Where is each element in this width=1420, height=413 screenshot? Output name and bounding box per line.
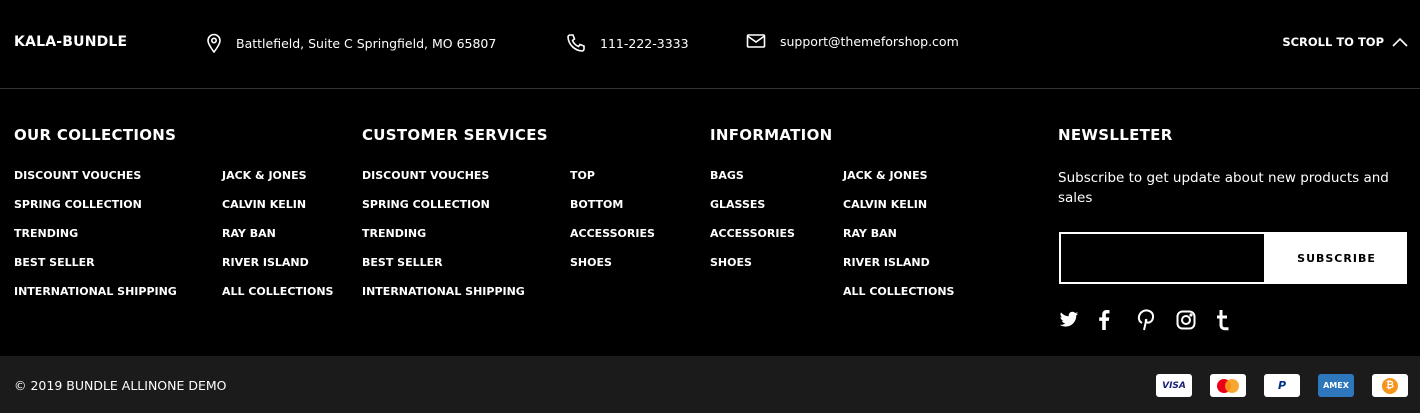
visa-icon: VISA (1156, 374, 1192, 397)
footer-link[interactable]: ALL COLLECTIONS (843, 285, 954, 314)
footer-link[interactable]: DISCOUNT VOUCHES (362, 169, 525, 198)
services-links-right: TOP BOTTOM ACCESSORIES SHOES (570, 169, 655, 285)
bottom-bar: © 2019 BUNDLE ALLINONE DEMO VISA P AMEX … (0, 356, 1420, 413)
scroll-to-top-label: SCROLL TO TOP (1282, 35, 1384, 49)
mail-icon (746, 34, 766, 48)
facebook-icon[interactable] (1098, 308, 1137, 332)
footer-link[interactable]: SHOES (570, 256, 655, 285)
location-pin-icon (207, 33, 221, 53)
brand-logo[interactable]: KALA-BUNDLE (14, 34, 127, 50)
newsletter-title: NEWSLLETER (1058, 126, 1173, 144)
twitter-icon[interactable] (1059, 308, 1098, 332)
footer-link[interactable]: ALL COLLECTIONS (222, 285, 333, 314)
footer-link[interactable]: RAY BAN (843, 227, 954, 256)
footer-link[interactable]: BOTTOM (570, 198, 655, 227)
bitcoin-symbol: ₿ (1382, 377, 1398, 394)
footer-link[interactable]: GLASSES (710, 198, 795, 227)
footer-link[interactable]: BEST SELLER (362, 256, 525, 285)
footer-link[interactable]: SPRING COLLECTION (362, 198, 525, 227)
footer-link[interactable]: SHOES (710, 256, 795, 285)
footer-link[interactable]: INTERNATIONAL SHIPPING (362, 285, 525, 314)
information-links-left: BAGS GLASSES ACCESSORIES SHOES (710, 169, 795, 285)
address-text: Battlefield, Suite C Springfield, MO 658… (236, 35, 497, 51)
footer-link[interactable]: DISCOUNT VOUCHES (14, 169, 177, 198)
footer-link[interactable]: RIVER ISLAND (222, 256, 333, 285)
footer-link[interactable]: JACK & JONES (843, 169, 954, 198)
footer-link[interactable]: ACCESSORIES (710, 227, 795, 256)
email-text[interactable]: support@themeforshop.com (780, 34, 959, 49)
social-links (1059, 308, 1254, 332)
chevron-up-icon (1392, 37, 1408, 47)
information-title: INFORMATION (710, 126, 833, 144)
footer-link[interactable]: TRENDING (362, 227, 525, 256)
services-title: CUSTOMER SERVICES (362, 126, 548, 144)
information-links-right: JACK & JONES CALVIN KELIN RAY BAN RIVER … (843, 169, 954, 314)
subscribe-button[interactable]: SUBSCRIBE (1266, 232, 1407, 284)
newsletter-email-input[interactable] (1059, 232, 1266, 284)
footer-link[interactable]: RIVER ISLAND (843, 256, 954, 285)
footer-link[interactable]: JACK & JONES (222, 169, 333, 198)
tumblr-icon[interactable] (1215, 308, 1254, 332)
collections-title: OUR COLLECTIONS (14, 126, 177, 144)
payment-methods: VISA P AMEX ₿ (1138, 374, 1408, 397)
phone-icon (567, 34, 585, 52)
top-contact-bar: KALA-BUNDLE Battlefield, Suite C Springf… (0, 0, 1420, 89)
footer-link[interactable]: BEST SELLER (14, 256, 177, 285)
footer-link[interactable]: TRENDING (14, 227, 177, 256)
collections-links-left: DISCOUNT VOUCHES SPRING COLLECTION TREND… (14, 169, 177, 314)
footer-link[interactable]: SPRING COLLECTION (14, 198, 177, 227)
footer-link[interactable]: RAY BAN (222, 227, 333, 256)
instagram-icon[interactable] (1176, 308, 1215, 332)
mastercard-icon (1210, 374, 1246, 397)
pinterest-icon[interactable] (1137, 308, 1176, 332)
services-links-left: DISCOUNT VOUCHES SPRING COLLECTION TREND… (362, 169, 525, 314)
phone-info: 111-222-3333 (566, 33, 689, 53)
newsletter-form: SUBSCRIBE (1059, 232, 1407, 284)
footer-link[interactable]: BAGS (710, 169, 795, 198)
footer-link[interactable]: INTERNATIONAL SHIPPING (14, 285, 177, 314)
newsletter-description: Subscribe to get update about new produc… (1058, 170, 1389, 206)
address-info: Battlefield, Suite C Springfield, MO 658… (206, 33, 496, 53)
phone-text[interactable]: 111-222-3333 (600, 36, 689, 51)
amex-icon: AMEX (1318, 374, 1354, 397)
footer-link[interactable]: CALVIN KELIN (222, 198, 333, 227)
email-info: support@themeforshop.com (746, 33, 959, 49)
footer-link[interactable]: CALVIN KELIN (843, 198, 954, 227)
scroll-to-top-button[interactable]: SCROLL TO TOP (1282, 35, 1408, 49)
footer-link[interactable]: TOP (570, 169, 655, 198)
paypal-icon: P (1264, 374, 1300, 397)
copyright-text: © 2019 BUNDLE ALLINONE DEMO (14, 378, 227, 393)
collections-links-right: JACK & JONES CALVIN KELIN RAY BAN RIVER … (222, 169, 333, 314)
footer-link[interactable]: ACCESSORIES (570, 227, 655, 256)
bitcoin-icon: ₿ (1372, 374, 1408, 397)
